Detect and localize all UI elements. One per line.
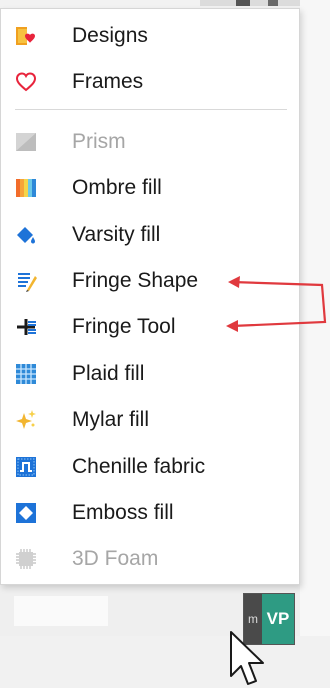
menu-divider (15, 109, 287, 110)
menu-item-label: Fringe Shape (72, 269, 199, 292)
menu-item-label: 3D Foam (72, 547, 159, 570)
paint-bucket-icon (17, 227, 35, 244)
menu-item-label: Fringe Tool (72, 315, 176, 338)
menu-item-label: Varsity fill (72, 223, 161, 246)
menu-item-varsity-fill[interactable]: Varsity fill (1, 215, 299, 255)
blank-field (14, 596, 108, 626)
designs-icon (16, 27, 35, 45)
menu-item-fringe-tool[interactable]: Fringe Tool (1, 307, 299, 347)
menu-item-emboss-fill[interactable]: Emboss fill (1, 493, 299, 533)
menu-item-label: Plaid fill (72, 362, 145, 385)
menu-item-ombre-fill[interactable]: Ombre fill (1, 168, 299, 208)
menu-item-label: Prism (72, 130, 126, 153)
chenille-icon (16, 457, 36, 477)
fringe-tool-icon (17, 319, 36, 335)
emboss-icon (16, 503, 36, 523)
menu-item-fringe-shape[interactable]: Fringe Shape (1, 261, 299, 301)
menu-item-label: Mylar fill (72, 408, 149, 431)
prism-icon (16, 133, 36, 151)
heart-icon (15, 72, 37, 92)
menu-item-label: Designs (72, 24, 148, 47)
foam-icon (16, 549, 36, 569)
menu-item-label: Emboss fill (72, 501, 174, 524)
menu-item-3d-foam: 3D Foam (1, 539, 299, 579)
fringe-shape-icon (18, 273, 37, 292)
menu-item-plaid-fill[interactable]: Plaid fill (1, 354, 299, 394)
menu-item-designs[interactable]: Designs (1, 16, 299, 56)
menu-item-prism: Prism (1, 122, 299, 162)
menu-item-label: Ombre fill (72, 176, 162, 199)
menu-item-mylar-fill[interactable]: Mylar fill (1, 400, 299, 440)
menu-item-label: Frames (72, 70, 144, 93)
context-menu: Designs Frames Prism Ombre fill Varsity … (0, 8, 300, 585)
plaid-fill-icon (16, 364, 36, 384)
background-panel (300, 0, 330, 688)
menu-item-chenille-fabric[interactable]: Chenille fabric (1, 447, 299, 487)
menu-item-label: Chenille fabric (72, 455, 206, 478)
sparkle-icon (16, 410, 36, 429)
ombre-fill-icon (16, 179, 36, 197)
menu-item-frames[interactable]: Frames (1, 62, 299, 102)
mouse-pointer-icon (230, 631, 264, 685)
